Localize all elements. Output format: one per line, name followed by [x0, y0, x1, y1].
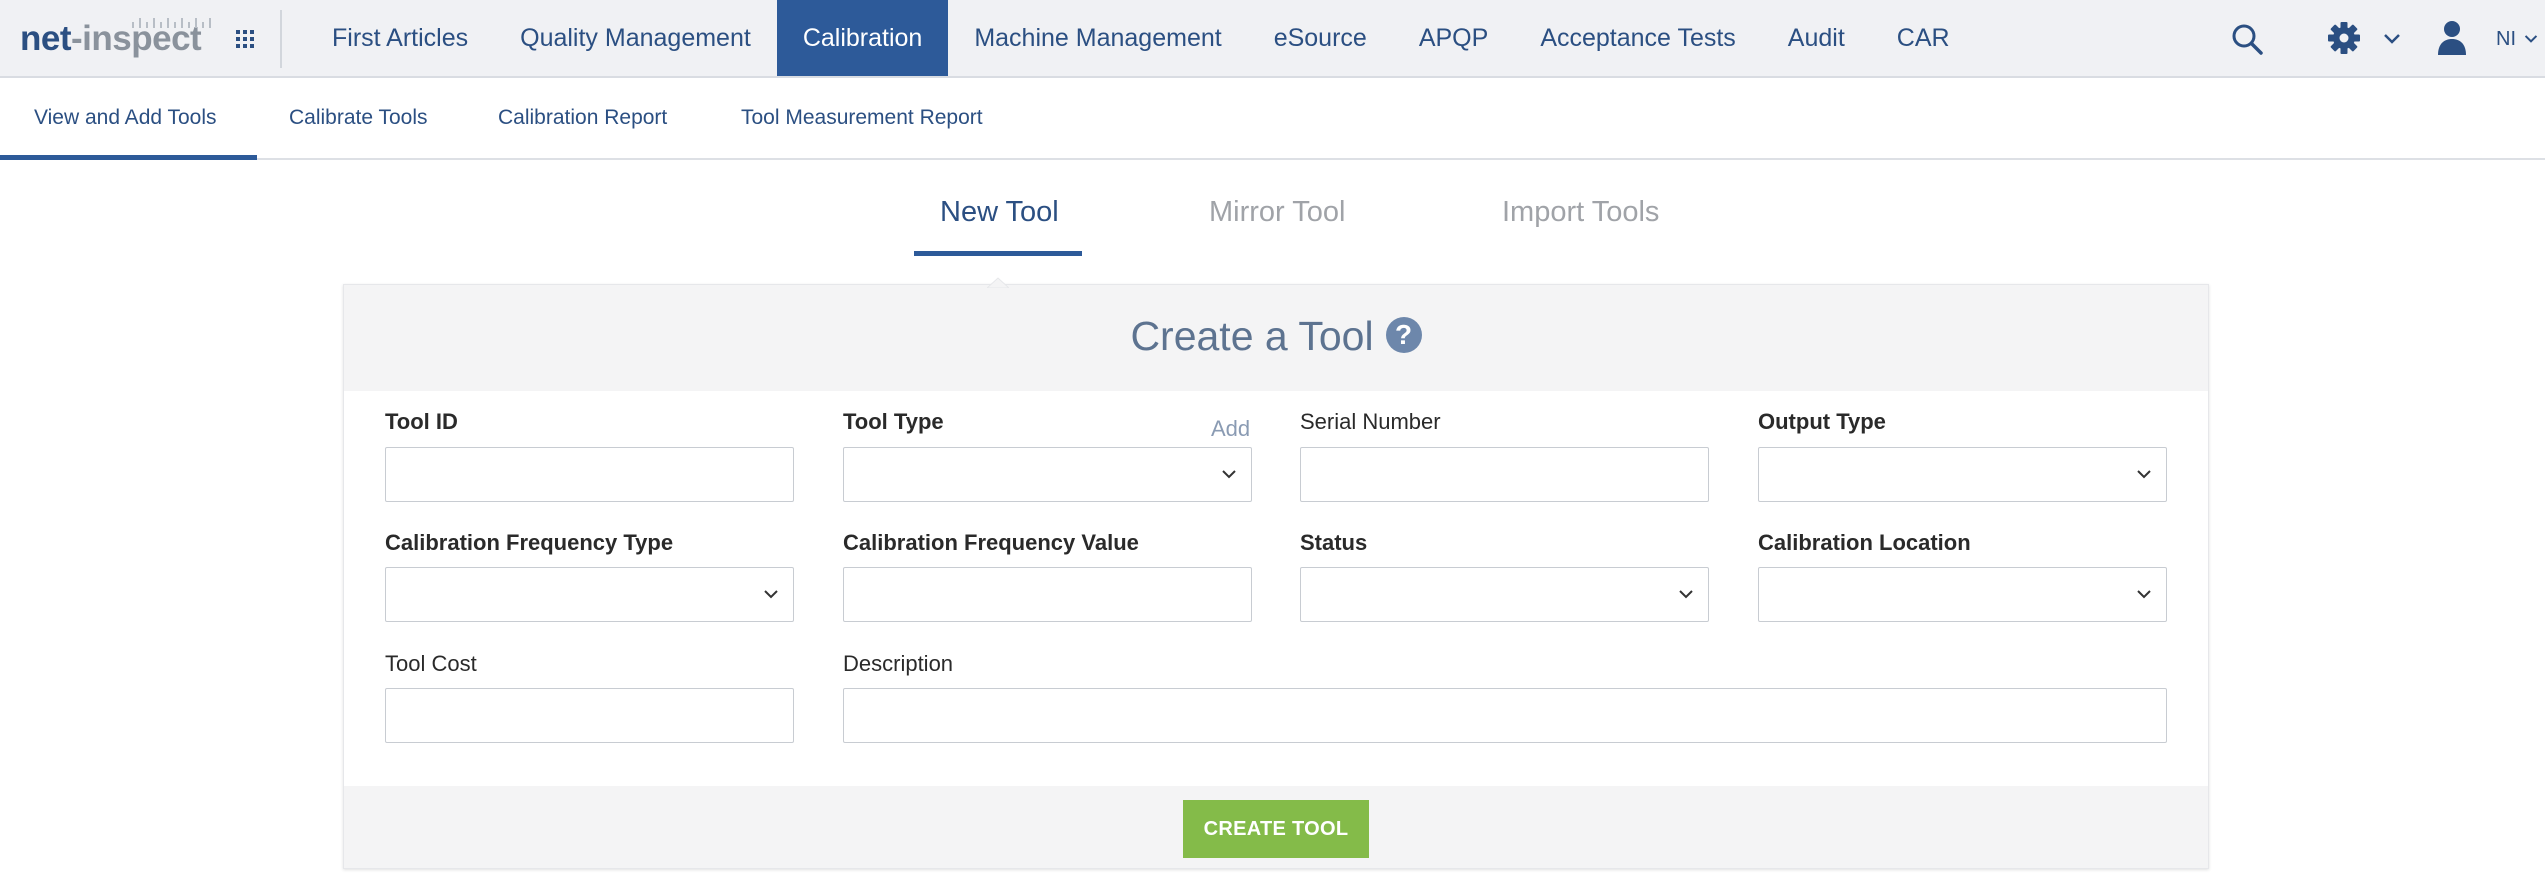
add-tool-type-link[interactable]: Add — [1211, 416, 1250, 442]
card-title: Create a Tool? — [344, 313, 2208, 360]
user-chevron-down-icon[interactable] — [2524, 33, 2538, 45]
settings-chevron-down-icon[interactable] — [2383, 33, 2401, 45]
chevron-down-icon — [2137, 590, 2151, 599]
chevron-down-icon — [2137, 470, 2151, 479]
tool-type-label: Tool Type — [843, 409, 944, 434]
card-title-text: Create a Tool — [1130, 313, 1374, 359]
tab-pointer-caret — [987, 277, 1009, 288]
tab-new-tool[interactable]: New Tool — [940, 196, 1059, 229]
logo-text-dash: - — [71, 19, 83, 58]
calibration-location-select[interactable] — [1758, 567, 2167, 622]
tab-mirror-tool[interactable]: Mirror Tool — [1209, 196, 1345, 229]
nav-item-apqp[interactable]: APQP — [1393, 0, 1514, 76]
nav-item-quality-management[interactable]: Quality Management — [494, 0, 777, 76]
tool-type-select[interactable] — [843, 447, 1252, 502]
calibration-location-label: Calibration Location — [1758, 530, 1971, 555]
serial-number-label: Serial Number — [1300, 409, 1441, 434]
apps-grid-icon[interactable] — [236, 30, 254, 48]
nav-item-esource[interactable]: eSource — [1248, 0, 1393, 76]
status-label: Status — [1300, 530, 1368, 555]
nav-item-acceptance-tests[interactable]: Acceptance Tests — [1514, 0, 1761, 76]
calibration-frequency-type-select[interactable] — [385, 567, 794, 622]
nav-item-audit[interactable]: Audit — [1762, 0, 1871, 76]
description-input[interactable] — [843, 688, 2167, 743]
tool-cost-input[interactable] — [385, 688, 794, 743]
help-icon[interactable]: ? — [1385, 317, 1422, 354]
status-select[interactable] — [1300, 567, 1709, 622]
top-navigation-bar: net - inspect First Articles Quality Manag… — [0, 0, 2545, 78]
nav-item-first-articles[interactable]: First Articles — [306, 0, 494, 76]
description-label: Description — [843, 651, 954, 676]
logo-ruler-decoration — [132, 14, 222, 28]
nav-item-car[interactable]: CAR — [1871, 0, 1976, 76]
create-tool-button[interactable]: CREATE TOOL — [1183, 800, 1369, 858]
gear-icon[interactable] — [2327, 21, 2361, 55]
active-tab-underline — [914, 251, 1082, 256]
calibration-frequency-type-label: Calibration Frequency Type — [385, 530, 674, 555]
calibration-frequency-value-label: Calibration Frequency Value — [843, 530, 1139, 555]
chevron-down-icon — [1222, 470, 1236, 479]
chevron-down-icon — [764, 590, 778, 599]
output-type-label: Output Type — [1758, 409, 1886, 434]
nav-item-machine-management[interactable]: Machine Management — [948, 0, 1247, 76]
subtab-view-and-add-tools[interactable]: View and Add Tools — [0, 78, 256, 160]
chevron-down-icon — [1679, 590, 1693, 599]
nav-divider — [280, 10, 282, 68]
logo-text-net: net — [20, 19, 72, 58]
search-icon[interactable] — [2230, 22, 2264, 56]
tab-import-tools[interactable]: Import Tools — [1502, 196, 1659, 229]
subtab-calibrate-tools[interactable]: Calibrate Tools — [289, 78, 428, 158]
user-initials[interactable]: NI — [2496, 28, 2516, 51]
card-header: Create a Tool? — [344, 285, 2208, 391]
calibration-sub-navigation: View and Add Tools Calibrate Tools Calib… — [0, 78, 2545, 160]
output-type-select[interactable] — [1758, 447, 2167, 502]
tool-id-input[interactable] — [385, 447, 794, 502]
tool-cost-label: Tool Cost — [385, 651, 477, 676]
user-icon[interactable] — [2436, 20, 2468, 56]
tool-id-label: Tool ID — [385, 409, 458, 434]
main-nav-menu: First Articles Quality Management Calibr… — [306, 0, 1976, 76]
subtab-calibration-report[interactable]: Calibration Report — [498, 78, 667, 158]
subtab-tool-measurement-report[interactable]: Tool Measurement Report — [741, 78, 983, 158]
calibration-frequency-value-input[interactable] — [843, 567, 1252, 622]
serial-number-input[interactable] — [1300, 447, 1709, 502]
nav-item-calibration[interactable]: Calibration — [776, 0, 949, 76]
